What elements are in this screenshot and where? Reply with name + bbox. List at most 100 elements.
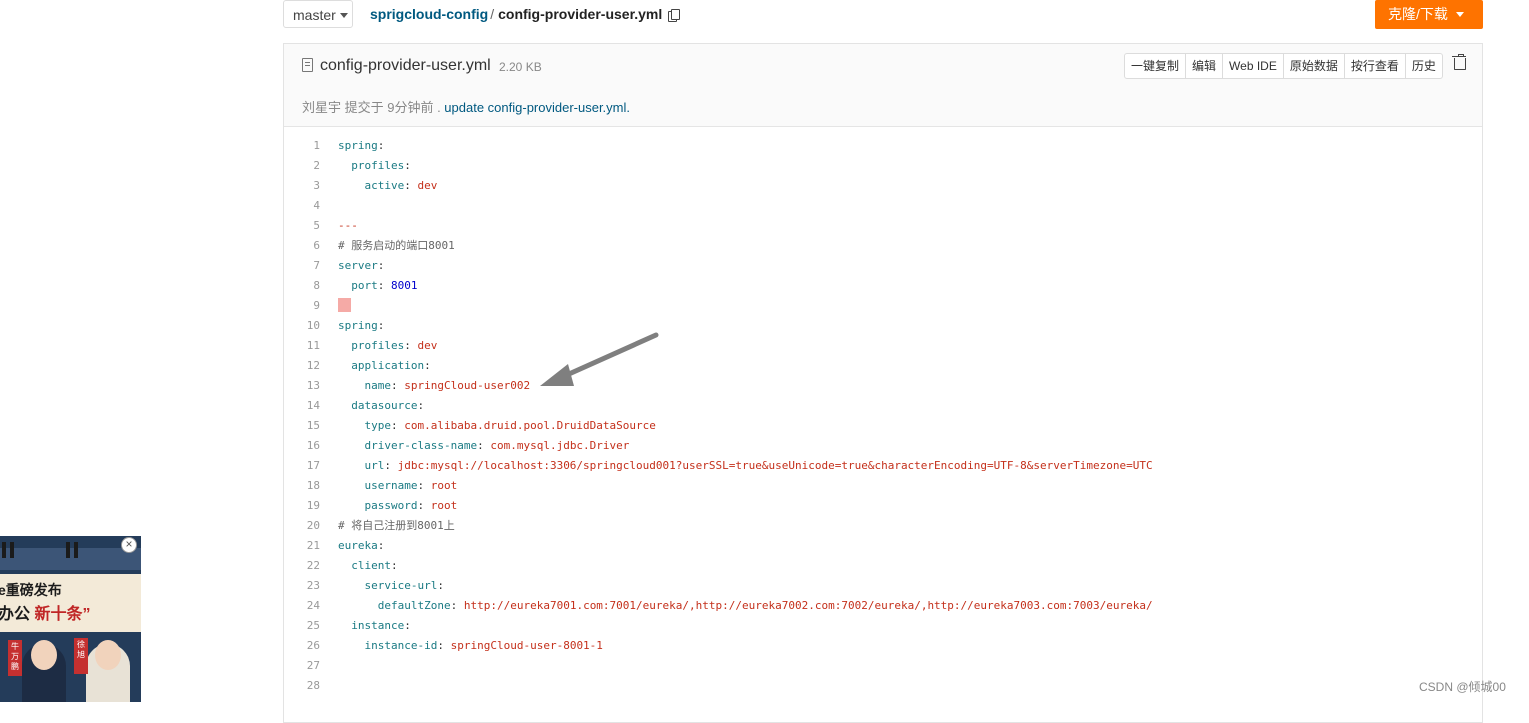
code-line: 3 active: dev (284, 176, 1482, 196)
yaml-value: --- (338, 219, 358, 232)
line-content: spring: (338, 136, 384, 156)
ad-name-tag-left: 牛万鹏 (8, 640, 22, 676)
line-number[interactable]: 25 (284, 616, 320, 636)
yaml-separator: : (437, 579, 444, 592)
ad-highlight: 新十条 (34, 606, 83, 623)
code-line: 13 name: springCloud-user002 (284, 376, 1482, 396)
line-content: url: jdbc:mysql://localhost:3306/springc… (338, 456, 1153, 476)
code-line: 9 (284, 296, 1482, 316)
line-number[interactable]: 12 (284, 356, 320, 376)
ad-subheadline-pre: 办公 (0, 606, 31, 623)
ad-pin-icon (74, 542, 78, 558)
yaml-key: instance-id (364, 639, 438, 652)
code-line: 22 client: (284, 556, 1482, 576)
line-number[interactable]: 28 (284, 676, 320, 696)
line-number[interactable]: 11 (284, 336, 320, 356)
trailing-whitespace-marker (338, 298, 351, 312)
file-header: config-provider-user.yml 2.20 KB 一键复制 编辑… (284, 44, 1482, 127)
raw-button[interactable]: 原始数据 (1282, 54, 1344, 78)
ad-band (0, 548, 141, 570)
code-line: 27 (284, 656, 1482, 676)
yaml-comment: # 将自己注册到8001上 (338, 519, 455, 532)
line-number[interactable]: 23 (284, 576, 320, 596)
clone-download-button[interactable]: 克隆/下载 (1375, 0, 1483, 29)
line-number[interactable]: 9 (284, 296, 320, 316)
line-number[interactable]: 26 (284, 636, 320, 656)
code-line: 1 spring: (284, 136, 1482, 156)
yaml-key: active (364, 179, 405, 192)
ad-close-icon[interactable]: × (121, 537, 137, 553)
yaml-separator: : (377, 279, 391, 292)
yaml-key: port (351, 279, 378, 292)
line-number[interactable]: 13 (284, 376, 320, 396)
line-number[interactable]: 27 (284, 656, 320, 676)
line-number[interactable]: 10 (284, 316, 320, 336)
line-number[interactable]: 14 (284, 396, 320, 416)
yaml-separator: : (384, 459, 398, 472)
file-toolbar: master sprigcloud-config / config-provider… (283, 0, 1529, 34)
line-number[interactable]: 5 (284, 216, 320, 236)
yaml-key: server (338, 259, 378, 272)
line-number[interactable]: 21 (284, 536, 320, 556)
yaml-key: defaultZone (377, 599, 451, 612)
line-content: username: root (338, 476, 458, 496)
copy-all-button[interactable]: 一键复制 (1125, 54, 1185, 78)
yaml-separator: : (437, 639, 451, 652)
line-number[interactable]: 18 (284, 476, 320, 496)
yaml-separator: : (417, 399, 425, 412)
yaml-key: spring (338, 319, 378, 332)
line-number[interactable]: 20 (284, 516, 320, 536)
copy-path-icon[interactable] (668, 9, 681, 22)
yaml-key: profiles (351, 339, 405, 352)
line-number[interactable]: 16 (284, 436, 320, 456)
code-line: 26 instance-id: springCloud-user-8001-1 (284, 636, 1482, 656)
line-number[interactable]: 6 (284, 236, 320, 256)
line-number[interactable]: 15 (284, 416, 320, 436)
yaml-value: root (430, 499, 458, 512)
repo-link[interactable]: sprigcloud-config (370, 6, 488, 22)
line-content: client: (338, 556, 397, 576)
file-actions: 一键复制 编辑 Web IDE 原始数据 按行查看 历史 (1124, 53, 1443, 79)
yaml-separator: : (391, 379, 405, 392)
line-number[interactable]: 22 (284, 556, 320, 576)
edit-button[interactable]: 编辑 (1185, 54, 1222, 78)
line-number[interactable]: 4 (284, 196, 320, 216)
commit-message-link[interactable]: update config-provider-user.yml. (444, 100, 630, 115)
line-number[interactable]: 24 (284, 596, 320, 616)
yaml-separator: : (377, 139, 385, 152)
file-size: 2.20 KB (499, 60, 542, 74)
branch-label: master (293, 7, 336, 23)
yaml-value: dev (417, 339, 438, 352)
line-number[interactable]: 2 (284, 156, 320, 176)
yaml-key: instance (351, 619, 405, 632)
code-line: 11 profiles: dev (284, 336, 1482, 356)
blame-button[interactable]: 按行查看 (1343, 54, 1405, 78)
line-content: type: com.alibaba.druid.pool.DruidDataSo… (338, 416, 656, 436)
history-button[interactable]: 历史 (1404, 54, 1442, 78)
branch-selector[interactable]: master (283, 0, 353, 28)
line-number[interactable]: 19 (284, 496, 320, 516)
yaml-separator: : (377, 319, 385, 332)
file-viewer: config-provider-user.yml 2.20 KB 一键复制 编辑… (283, 43, 1483, 723)
line-content: name: springCloud-user002 (338, 376, 531, 396)
line-number[interactable]: 3 (284, 176, 320, 196)
web-ide-button[interactable]: Web IDE (1222, 54, 1283, 78)
file-name: config-provider-user.yml (320, 57, 491, 74)
line-number[interactable]: 1 (284, 136, 320, 156)
line-content: eureka: (338, 536, 384, 556)
line-number[interactable]: 8 (284, 276, 320, 296)
trash-icon[interactable] (1452, 54, 1466, 70)
line-number[interactable]: 17 (284, 456, 320, 476)
yaml-key: driver-class-name (364, 439, 478, 452)
ad-quote: ” (82, 606, 91, 623)
line-content: --- (338, 216, 358, 236)
code-line: 19 password: root (284, 496, 1482, 516)
code-line: 4 (284, 196, 1482, 216)
code-line: 18 username: root (284, 476, 1482, 496)
line-number[interactable]: 7 (284, 256, 320, 276)
promo-ad[interactable]: × e重磅发布 办公 新十条” 牛万鹏 徐旭 (0, 536, 141, 702)
